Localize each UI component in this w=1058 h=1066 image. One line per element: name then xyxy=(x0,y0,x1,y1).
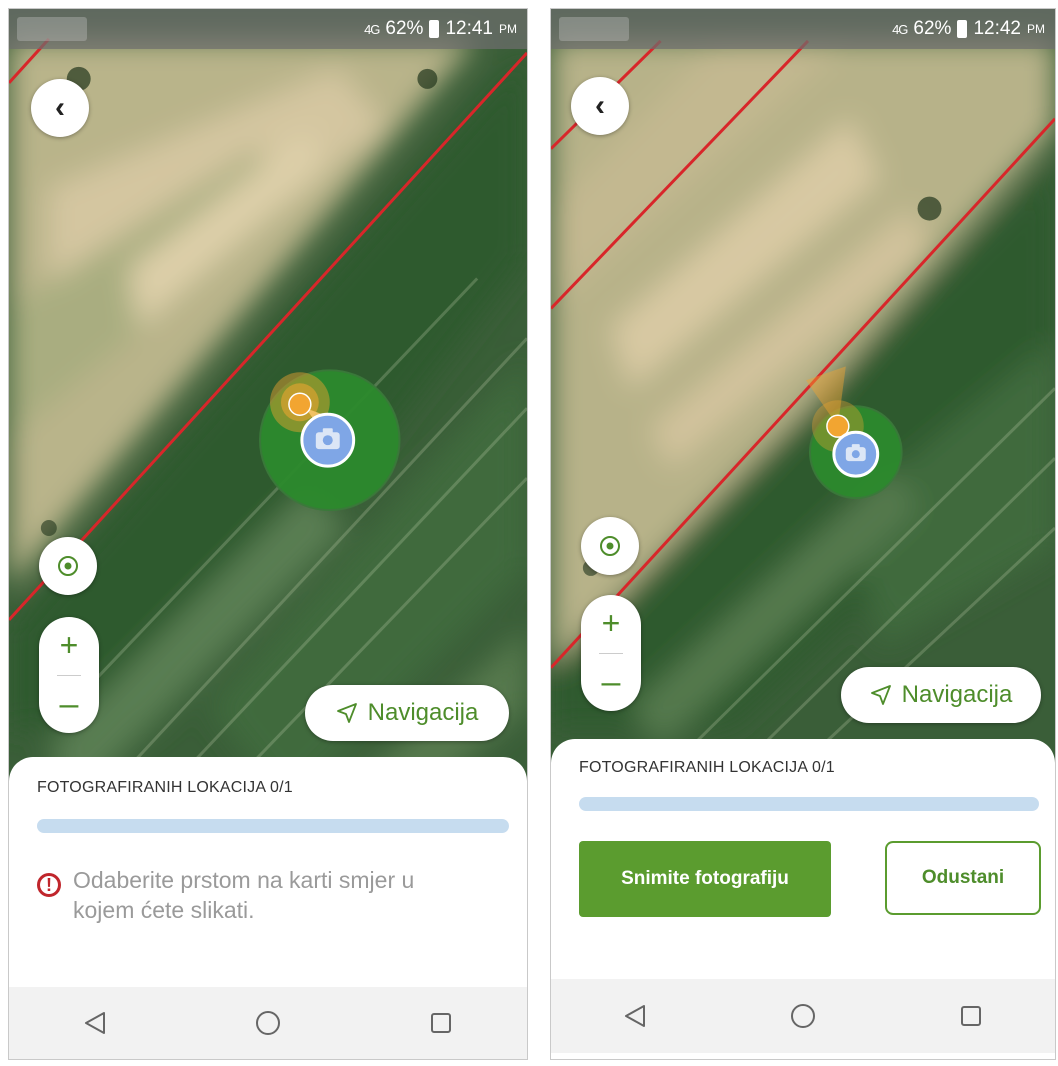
photographed-locations-title: FOTOGRAFIRANIH LOKACIJA 0/1 xyxy=(579,759,835,776)
nav-back-icon xyxy=(85,1012,106,1034)
nav-home-icon xyxy=(791,1004,815,1028)
progress-bar xyxy=(37,819,509,833)
progress-bar xyxy=(579,797,1039,811)
instruction-message: ! Odaberite prstom na karti smjer u koje… xyxy=(37,865,453,925)
zoom-in-icon: + xyxy=(59,627,79,663)
navigation-arrow-icon xyxy=(336,703,357,723)
navigation-label: Navigacija xyxy=(901,681,1013,708)
back-button[interactable]: ‹ xyxy=(31,79,89,137)
battery-icon xyxy=(957,20,968,38)
back-arrow-icon: ‹ xyxy=(55,91,65,124)
zoom-in-button[interactable]: + xyxy=(581,605,641,642)
back-arrow-icon: ‹ xyxy=(595,89,605,122)
zoom-out-icon: – xyxy=(601,663,621,701)
zoom-control: + – xyxy=(581,595,641,711)
signal-indicator: 4G xyxy=(892,21,908,37)
status-bar: 4G 62% 12:42 PM xyxy=(551,9,1055,49)
status-ampm: PM xyxy=(1027,22,1045,36)
locate-icon xyxy=(600,536,620,556)
nav-recents-icon xyxy=(430,1013,451,1033)
locate-button[interactable] xyxy=(581,517,639,575)
zoom-out-button[interactable]: – xyxy=(39,687,99,721)
navigation-button[interactable]: Navigacija xyxy=(305,685,509,741)
navigation-button[interactable]: Navigacija xyxy=(841,667,1041,723)
nav-back-button[interactable] xyxy=(65,993,125,1053)
locate-icon xyxy=(58,556,78,576)
nav-home-button[interactable] xyxy=(773,986,833,1046)
nav-back-button[interactable] xyxy=(605,986,665,1046)
status-bar: 4G 62% 12:41 PM xyxy=(9,9,527,49)
zoom-in-icon: + xyxy=(601,605,621,641)
navigation-arrow-icon xyxy=(870,685,891,705)
zoom-in-button[interactable]: + xyxy=(39,627,99,664)
warning-icon: ! xyxy=(37,873,61,897)
status-time: 12:42 xyxy=(973,18,1021,39)
zoom-control: + – xyxy=(39,617,99,733)
status-time: 12:41 xyxy=(445,18,493,39)
nav-home-button[interactable] xyxy=(238,993,298,1053)
phone-screen-left: 4G 62% 12:41 PM ‹ + – Navigacija FOTOGRA… xyxy=(8,8,528,1060)
nav-recents-icon xyxy=(961,1006,981,1026)
system-navigation-bar xyxy=(551,979,1055,1053)
nav-home-icon xyxy=(255,1011,280,1035)
back-button[interactable]: ‹ xyxy=(571,77,629,135)
battery-percent: 62% xyxy=(913,18,952,39)
system-navigation-bar xyxy=(9,987,527,1059)
battery-icon xyxy=(429,20,440,38)
take-photo-button[interactable]: Snimite fotografiju xyxy=(579,841,831,917)
battery-percent: 62% xyxy=(385,18,424,39)
cancel-button[interactable]: Odustani xyxy=(885,841,1041,915)
nav-back-icon xyxy=(625,1005,645,1027)
navigation-label: Navigacija xyxy=(367,699,479,726)
nav-recents-button[interactable] xyxy=(411,993,471,1053)
zoom-out-button[interactable]: – xyxy=(581,665,641,699)
signal-indicator: 4G xyxy=(364,21,380,37)
zoom-out-icon: – xyxy=(59,685,79,723)
heading-marker xyxy=(288,392,312,416)
instruction-text: Odaberite prstom na karti smjer u kojem … xyxy=(73,867,415,923)
photographed-locations-title: FOTOGRAFIRANIH LOKACIJA 0/1 xyxy=(37,779,293,796)
phone-screen-right: 4G 62% 12:42 PM ‹ + – Navigacija FOTOGRA… xyxy=(550,8,1056,1060)
nav-recents-button[interactable] xyxy=(941,986,1001,1046)
locate-button[interactable] xyxy=(39,537,97,595)
status-ampm: PM xyxy=(499,22,517,36)
